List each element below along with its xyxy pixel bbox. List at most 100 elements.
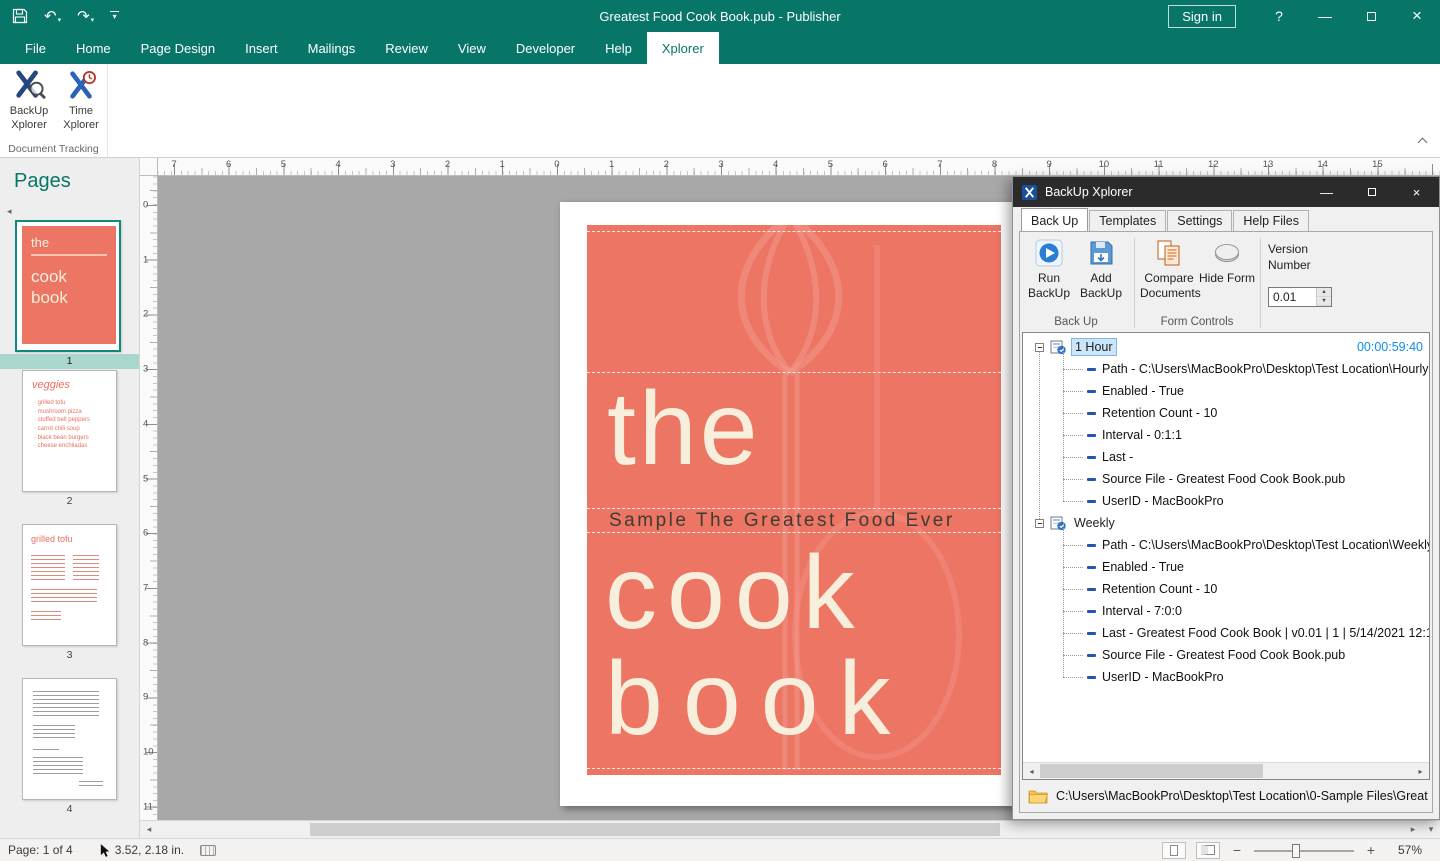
v-ruler-number: 2 [143,309,148,320]
page-thumbnail-3[interactable]: grilled tofu [22,524,117,646]
thumbnail-list-item: grilled tofu [34,399,116,408]
two-page-view-button[interactable] [1196,842,1220,859]
single-page-view-button[interactable] [1162,842,1186,859]
v-ruler-number: 7 [143,582,148,593]
backup-window-titlebar[interactable]: BackUp Xplorer — × [1013,177,1439,207]
dashed-guide [587,231,1001,232]
tree-node-1-hour[interactable]: 1 Hour00:00:59:40 [1023,336,1429,358]
zoom-slider-track [1254,850,1354,852]
restore-button[interactable] [1348,0,1394,32]
undo-button[interactable]: ↶▾ [44,9,61,24]
ruler-corner [140,158,158,176]
page-thumbnail-2[interactable]: veggies grilled tofumushroom pizzastuffe… [22,370,117,492]
thumb4-text-block [33,749,59,753]
h-ruler-number: 6 [882,159,887,170]
scroll-left-arrow[interactable]: ◂ [140,821,158,838]
ribbon-tab-insert[interactable]: Insert [230,32,293,64]
help-button[interactable]: ? [1256,0,1302,32]
time-xplorer-button[interactable]: Time Xplorer [56,69,106,133]
zoom-slider[interactable] [1254,842,1354,859]
tree-property-row[interactable]: Enabled - True [1023,380,1429,402]
publication-page[interactable]: the Sample The Greatest Food Ever cook b… [560,202,1012,806]
tree-property-row[interactable]: Path - C:\Users\MacBookPro\Desktop\Test … [1023,358,1429,380]
backup-xplorer-button[interactable]: BackUp Xplorer [4,69,54,133]
version-number-value[interactable]: 0.01 [1269,288,1316,306]
ribbon-tab-developer[interactable]: Developer [501,32,590,64]
backup-minimize-button[interactable]: — [1304,177,1349,207]
property-bullet-icon [1087,676,1096,679]
v-ruler-number: 8 [143,637,148,648]
backup-tab-settings[interactable]: Settings [1167,210,1232,231]
ribbon-tab-file[interactable]: File [10,32,61,64]
tree-collapse-icon[interactable] [1035,519,1044,528]
property-bullet-icon [1087,500,1096,503]
ribbon-tab-review[interactable]: Review [370,32,443,64]
page-thumbnail-1[interactable]: the cook book [15,220,121,352]
page-number-4: 4 [0,802,139,817]
run-backup-button[interactable]: Run BackUp [1020,239,1078,301]
zoom-out-button[interactable]: − [1230,842,1244,858]
ribbon-tab-mailings[interactable]: Mailings [293,32,371,64]
page-info[interactable]: Page: 1 of 4 [8,843,73,857]
tree-property-row[interactable]: Retention Count - 10 [1023,578,1429,600]
compare-documents-button[interactable]: Compare Documents [1140,239,1198,301]
spin-up-icon[interactable]: ▲ [1317,288,1331,297]
backup-tab-back-up[interactable]: Back Up [1021,208,1088,231]
collapse-pages-icon[interactable]: ◂ [7,206,12,217]
zoom-slider-thumb[interactable] [1292,844,1300,858]
ribbon-tab-page-design[interactable]: Page Design [126,32,230,64]
backup-close-button[interactable]: × [1394,177,1439,207]
backup-maximize-button[interactable] [1349,177,1394,207]
tree-property-row[interactable]: Last - Greatest Food Cook Book | v0.01 |… [1023,622,1429,644]
ribbon-tab-help[interactable]: Help [590,32,647,64]
backup-tab-help-files[interactable]: Help Files [1233,210,1309,231]
version-number-stepper[interactable]: 0.01 ▲ ▼ [1268,287,1332,307]
customize-quick-access-button[interactable]: ▾ [110,11,119,21]
add-backup-button[interactable]: Add BackUp [1072,239,1130,301]
backup-tab-templates[interactable]: Templates [1089,210,1166,231]
close-button[interactable]: × [1394,0,1440,32]
tree-node-weekly[interactable]: Weekly [1023,512,1429,534]
tree-property-row[interactable]: Source File - Greatest Food Cook Book.pu… [1023,644,1429,666]
tree-property-row[interactable]: Interval - 0:1:1 [1023,424,1429,446]
tree-scroll-thumb[interactable] [1040,764,1263,778]
sign-in-button[interactable]: Sign in [1168,5,1236,28]
property-bullet-icon [1087,478,1096,481]
zoom-in-button[interactable]: + [1364,842,1378,858]
ribbon-tab-home[interactable]: Home [61,32,126,64]
ribbon-tab-xplorer[interactable]: Xplorer [647,32,719,64]
tree-property-row[interactable]: Last - [1023,446,1429,468]
tree-property-row[interactable]: UserID - MacBookPro [1023,490,1429,512]
thumb4-text-block [33,757,83,775]
tree-property-row[interactable]: UserID - MacBookPro [1023,666,1429,688]
page-thumbnail-4[interactable] [22,678,117,800]
tree-property-row[interactable]: Interval - 7:0:0 [1023,600,1429,622]
tree-scroll-right-arrow[interactable]: ▸ [1412,763,1429,779]
scroll-right-arrow[interactable]: ▸ [1404,821,1422,838]
minimize-button[interactable]: — [1302,0,1348,32]
spin-down-icon[interactable]: ▼ [1317,297,1331,306]
ribbon-tab-view[interactable]: View [443,32,501,64]
run-backup-icon [1035,239,1063,267]
h-ruler-number: 7 [171,159,176,170]
tree-property-label: Retention Count - 10 [1102,406,1217,420]
customize-caret-icon: ▾ [113,13,117,21]
form-controls-group-label: Form Controls [1136,316,1258,328]
tree-property-row[interactable]: Retention Count - 10 [1023,402,1429,424]
save-icon[interactable] [12,8,28,24]
tree-property-row[interactable]: Path - C:\Users\MacBookPro\Desktop\Test … [1023,534,1429,556]
redo-button[interactable]: ↷▾ [77,9,94,24]
v-ruler-number: 0 [143,200,148,211]
tree-property-row[interactable]: Source File - Greatest Food Cook Book.pu… [1023,468,1429,490]
property-bullet-icon [1087,566,1096,569]
collapse-ribbon-button[interactable] [1419,133,1426,151]
hide-form-button[interactable]: Hide Form [1198,239,1256,286]
tree-collapse-icon[interactable] [1035,343,1044,352]
folder-icon [1028,789,1048,804]
tree-scroll-left-arrow[interactable]: ◂ [1023,763,1040,779]
scroll-down-arrow[interactable]: ▾ [1422,820,1440,838]
two-page-icon [1201,845,1215,855]
zoom-level[interactable]: 57% [1388,843,1422,857]
horizontal-scroll-thumb[interactable] [310,823,1000,836]
tree-property-row[interactable]: Enabled - True [1023,556,1429,578]
